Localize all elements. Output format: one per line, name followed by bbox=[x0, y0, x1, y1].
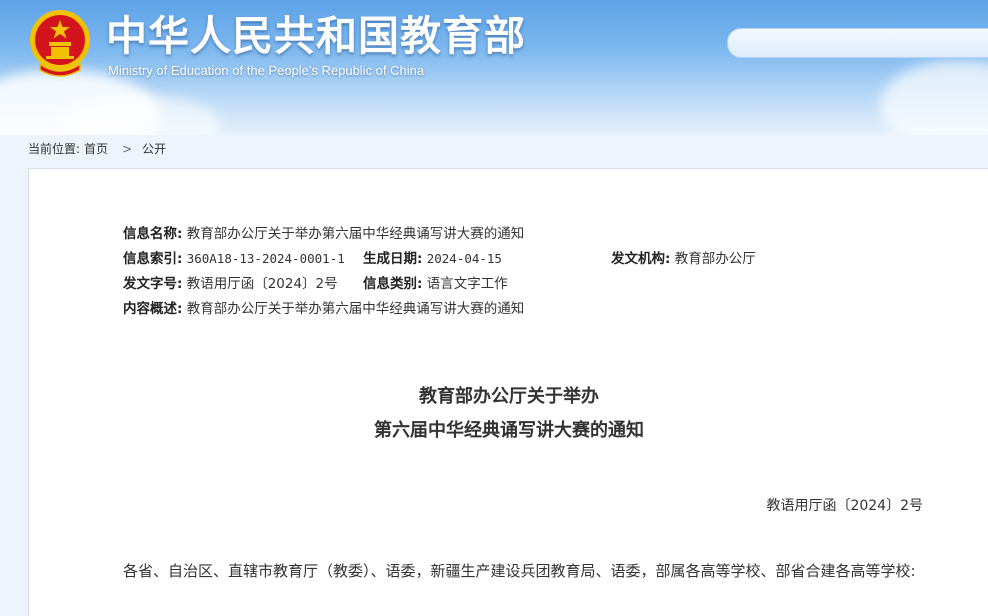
breadcrumb-home-link[interactable]: 首页 bbox=[84, 142, 108, 156]
document-title-line2: 第六届中华经典诵写讲大赛的通知 bbox=[374, 420, 644, 441]
meta-org-value: 教育部办公厅 bbox=[674, 251, 756, 267]
meta-date-label: 生成日期: bbox=[363, 251, 423, 267]
meta-row-org: 发文机构: 教育部办公厅 bbox=[611, 247, 756, 267]
meta-row-category: 信息类别: 语言文字工作 bbox=[363, 272, 508, 292]
document-paragraph: 各省、自治区、直辖市教育厅（教委）、语委，新疆生产建设兵团教育局、语委，部属各高… bbox=[123, 562, 916, 580]
meta-docno-value: 教语用厅函〔2024〕2号 bbox=[186, 276, 338, 292]
cloud-decoration bbox=[880, 60, 988, 135]
meta-index-label: 信息索引: bbox=[123, 251, 183, 267]
document-number: 教语用厅函〔2024〕2号 bbox=[766, 498, 923, 514]
article-panel: 信息名称: 教育部办公厅关于举办第六届中华经典诵写讲大赛的通知 信息索引: 36… bbox=[28, 168, 988, 616]
meta-date-value: 2024-04-15 bbox=[426, 251, 502, 266]
breadcrumb: 当前位置: 首页 > 公开 bbox=[28, 140, 170, 157]
meta-row-docno: 发文字号: 教语用厅函〔2024〕2号 bbox=[123, 272, 338, 292]
meta-name-value: 教育部办公厅关于举办第六届中华经典诵写讲大赛的通知 bbox=[186, 226, 525, 242]
breadcrumb-prefix: 当前位置: bbox=[28, 142, 81, 156]
meta-docno-label: 发文字号: bbox=[123, 276, 183, 292]
breadcrumb-current-link[interactable]: 公开 bbox=[142, 142, 166, 156]
meta-name-label: 信息名称: bbox=[123, 226, 183, 242]
meta-row-index: 信息索引: 360A18-13-2024-0001-1 bbox=[123, 247, 345, 267]
meta-row-name: 信息名称: 教育部办公厅关于举办第六届中华经典诵写讲大赛的通知 bbox=[123, 222, 524, 242]
meta-org-label: 发文机构: bbox=[611, 251, 671, 267]
search-input[interactable] bbox=[727, 28, 988, 58]
meta-row-summary: 内容概述: 教育部办公厅关于举办第六届中华经典诵写讲大赛的通知 bbox=[123, 297, 524, 317]
document-title-line1: 教育部办公厅关于举办 bbox=[419, 386, 599, 407]
meta-category-label: 信息类别: bbox=[363, 276, 423, 292]
breadcrumb-separator: > bbox=[122, 142, 133, 156]
meta-index-value: 360A18-13-2024-0001-1 bbox=[186, 251, 345, 266]
meta-category-value: 语言文字工作 bbox=[426, 276, 508, 292]
meta-row-date: 生成日期: 2024-04-15 bbox=[363, 247, 502, 267]
site-title-english: Ministry of Education of the People's Re… bbox=[108, 63, 425, 78]
site-title[interactable]: 中华人民共和国教育部 bbox=[106, 10, 526, 62]
meta-summary-value: 教育部办公厅关于举办第六届中华经典诵写讲大赛的通知 bbox=[186, 301, 525, 317]
meta-summary-label: 内容概述: bbox=[123, 301, 183, 317]
site-header: 中华人民共和国教育部 Ministry of Education of the … bbox=[0, 0, 988, 135]
national-emblem-icon[interactable] bbox=[28, 8, 92, 80]
